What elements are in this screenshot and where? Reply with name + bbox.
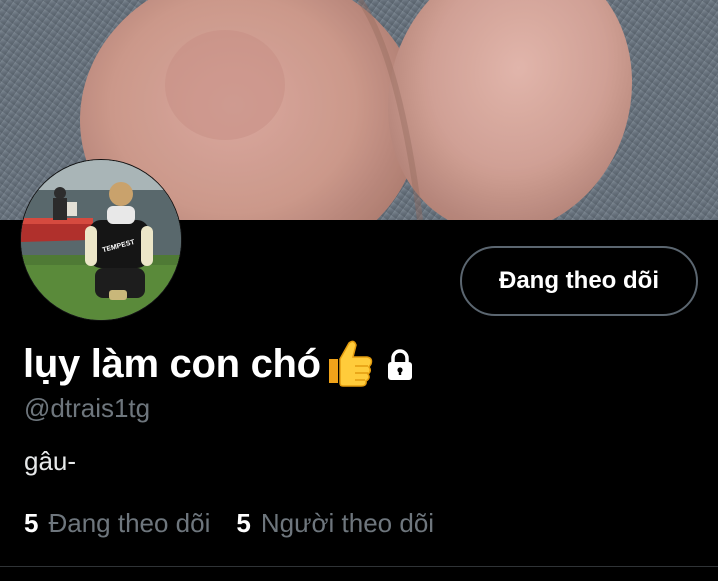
following-count: 5 (24, 508, 39, 538)
follow-stats: 5 Đang theo dõi 5 Người theo dõi (24, 508, 460, 539)
followers-stat-link[interactable]: 5 Người theo dõi (236, 508, 434, 539)
following-stat-link[interactable]: 5 Đang theo dõi (24, 508, 210, 539)
followers-label: Người theo dõi (260, 508, 435, 538)
avatar-image: TEMPEST (21, 160, 181, 320)
followers-count: 5 (236, 508, 251, 538)
section-divider (0, 566, 718, 567)
profile-name-row: lụy làm con chó (23, 336, 415, 392)
following-label: Đang theo dõi (48, 508, 211, 538)
lock-icon (385, 348, 415, 382)
profile-avatar[interactable]: TEMPEST (21, 160, 181, 320)
profile-handle: @dtrais1tg (24, 393, 151, 423)
profile-page: TEMPEST Đang theo dõi lụy làm con chó @d… (0, 0, 718, 581)
profile-bio: gâu- (24, 446, 77, 476)
display-name: lụy làm con chó (23, 341, 321, 386)
thumbs-up-icon (321, 335, 375, 389)
following-button[interactable]: Đang theo dõi (460, 246, 698, 316)
